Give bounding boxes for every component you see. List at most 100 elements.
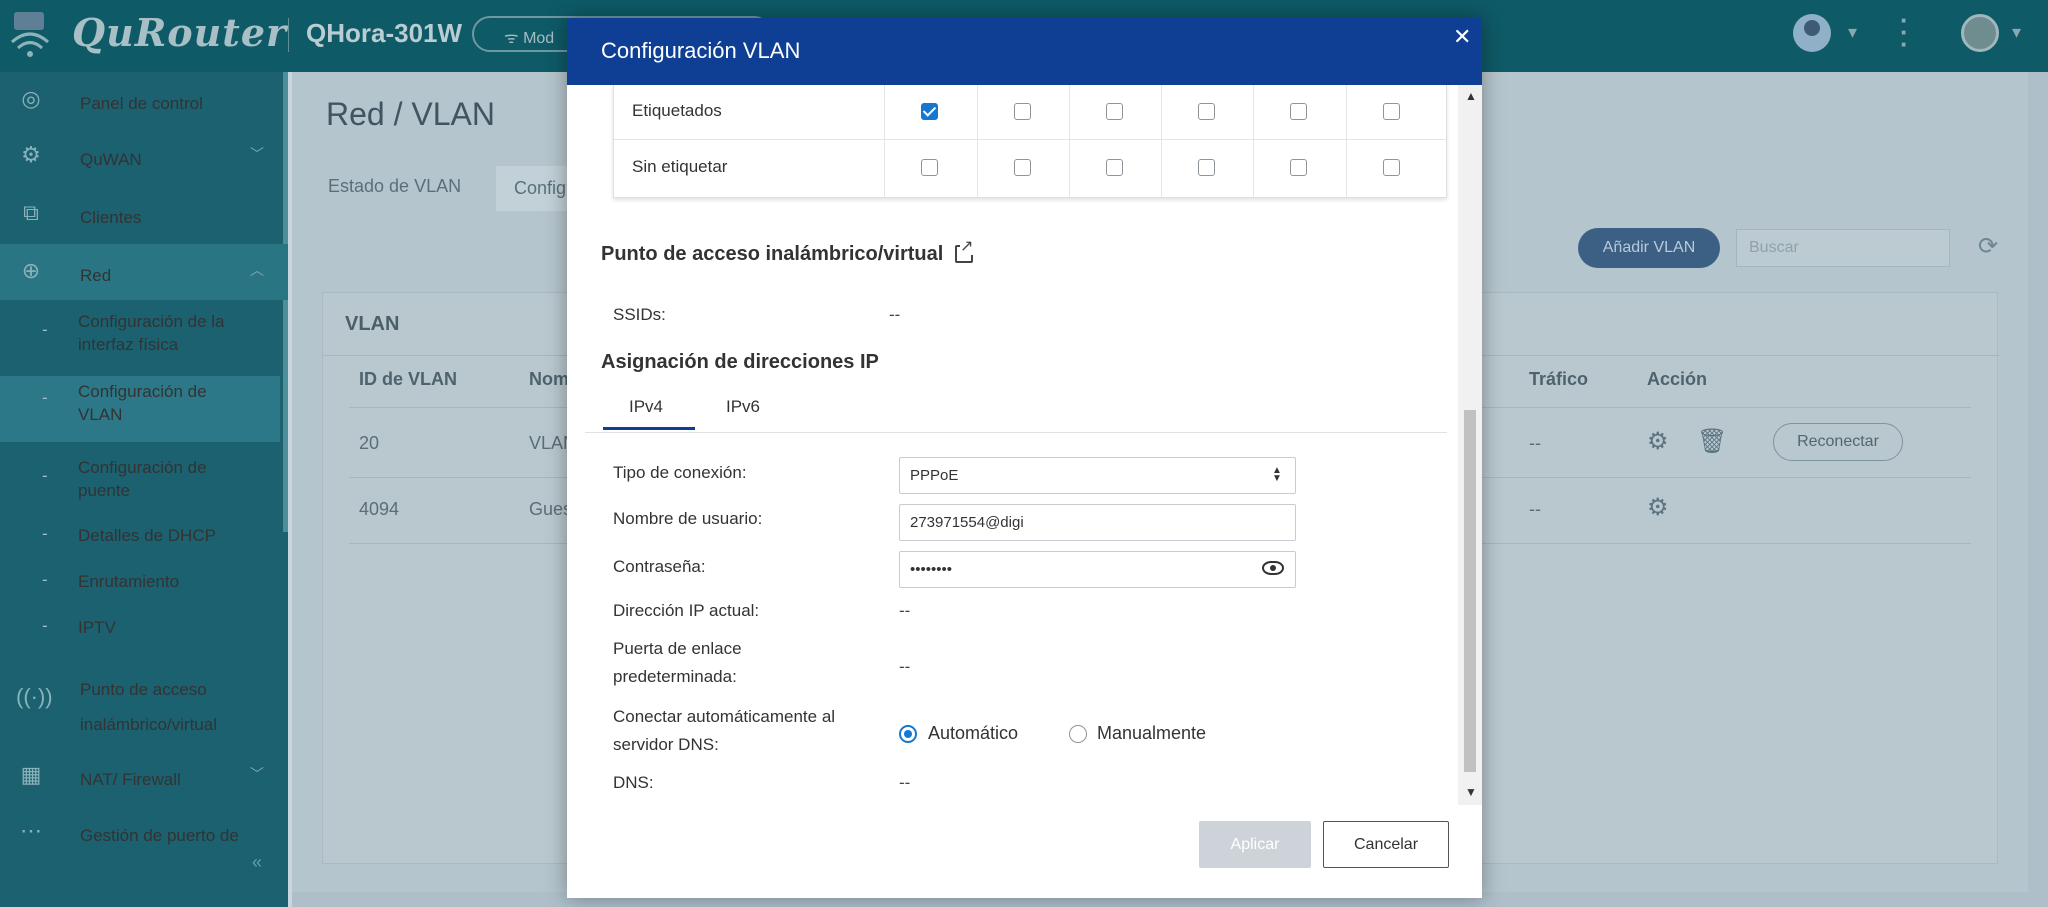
row-vlan-name: Gues [529,499,573,519]
search-input[interactable]: Buscar [1736,229,1950,267]
sidebar-item-label: NAT/ Firewall [80,770,181,789]
router-logo-icon [8,10,52,58]
user-avatar[interactable] [1793,14,1831,52]
sidebar-subitem-label: Enrutamiento [78,572,180,591]
dns-manual-radio[interactable] [1069,725,1087,743]
scrollbar-thumb[interactable] [1464,410,1476,772]
username-label: Nombre de usuario: [613,509,763,528]
sidebar-subitem-label: IPTV [78,618,116,637]
row-traffic: -- [1529,433,1541,453]
tagged-port-3-checkbox[interactable] [1106,103,1123,120]
username-input[interactable]: 273971554@digi [899,504,1296,541]
reconnect-button[interactable]: Reconectar [1773,423,1903,461]
add-vlan-button[interactable]: Añadir VLAN [1578,228,1720,268]
current-ip-label: Dirección IP actual: [613,601,760,620]
column-header[interactable]: ID de VLAN [359,369,457,390]
scroll-up-icon[interactable]: ▲ [1465,89,1477,103]
external-link-icon[interactable] [955,239,974,263]
settings-gear-icon[interactable]: ⚙ [1647,427,1669,456]
sidebar-subitem-routing[interactable]: - Enrutamiento [0,566,280,596]
column-header[interactable]: Tráfico [1529,369,1588,390]
untagged-port-4-checkbox[interactable] [1198,159,1215,176]
dashboard-icon: ◎ [21,86,41,111]
untagged-port-2-checkbox[interactable] [1014,159,1031,176]
close-icon[interactable]: ✕ [1453,24,1471,50]
untagged-label: Sin etiquetar [632,157,728,176]
gateway-label: Puerta de enlace predeterminada: [613,639,742,686]
dns-value: -- [899,773,911,792]
sidebar-subitem-label: Configuración de VLAN [78,382,207,424]
tagged-port-4-checkbox[interactable] [1198,103,1215,120]
more-menu-icon[interactable]: · · · [1900,7,1909,57]
sidebar-item-wireless[interactable]: ((·)) Punto de acceso inalámbrico/virtua… [0,664,288,734]
sidebar-item-quwan[interactable]: ⚙ QuWAN ﹀ [0,128,288,184]
wireless-icon: ((·)) [16,684,53,709]
dns-manual-radio-label[interactable]: Manualmente [1097,723,1206,744]
sidebar-subitem-vlan[interactable]: - Configuración de VLAN [0,376,280,442]
sidebar-subitem-iptv[interactable]: - IPTV [0,612,280,642]
divider [585,432,1447,433]
sidebar-item-clients[interactable]: ⧉ Clientes [0,186,288,242]
wireless-section-title: Punto de acceso inalámbrico/virtual [601,243,944,265]
ssids-value: -- [889,305,901,324]
sidebar-subitem-bridge[interactable]: - Configuración de puente [0,454,280,504]
modal-title: Configuración VLAN [601,38,801,63]
collapse-sidebar-icon[interactable]: « [252,852,262,873]
untagged-port-5-checkbox[interactable] [1290,159,1307,176]
tagged-port-6-checkbox[interactable] [1383,103,1400,120]
sidebar-subitem-dhcp[interactable]: - Detalles de DHCP [0,520,280,550]
region-globe-icon[interactable] [1961,14,1999,52]
untagged-port-3-checkbox[interactable] [1106,159,1123,176]
port-icon: ⋯ [20,818,42,843]
sidebar-subitem-label: Configuración de la interfaz física [78,312,225,354]
tagged-port-2-checkbox[interactable] [1014,103,1031,120]
cancel-button[interactable]: Cancelar [1323,821,1449,868]
dns-auto-radio-label[interactable]: Automático [928,723,1018,744]
connection-type-label: Tipo de conexión: [613,463,747,482]
active-tab-indicator [603,427,695,430]
modal-body: Etiquetados Sin etiquetar Punto de acces… [567,85,1462,805]
globe-icon: ⊕ [21,258,41,283]
password-input[interactable]: •••••••• [899,551,1296,588]
current-ip-value: -- [899,601,911,620]
dns-auto-label: Conectar automáticamente al servidor DNS… [613,707,836,754]
connection-type-select[interactable]: PPPoE ▲ ▼ [899,457,1296,494]
untagged-port-1-checkbox[interactable] [921,159,938,176]
scroll-down-icon[interactable]: ▼ [1465,785,1477,799]
tab-vlan-status[interactable]: Estado de VLAN [328,176,461,197]
page-title: Red / VLAN [326,96,495,132]
sidebar-subitem-label: Configuración de puente [78,458,207,500]
tab-ipv6[interactable]: IPv6 [726,397,760,417]
trash-icon[interactable]: 🗑 [1697,427,1727,456]
column-header: Acción [1647,369,1708,389]
dns-auto-radio[interactable] [899,725,917,743]
tagged-port-1-checkbox[interactable] [921,103,938,120]
sidebar-item-label: Red [80,266,112,285]
device-model: QHora-301W [306,18,463,48]
row-vlan-id: 4094 [359,499,400,519]
apply-button[interactable]: Aplicar [1199,821,1311,868]
column-header[interactable]: Nom [529,369,569,390]
show-password-eye-icon[interactable] [1262,561,1284,575]
dns-label: DNS: [613,773,654,792]
chevron-down-icon[interactable]: ▾ [1848,22,1857,43]
sidebar-item-port-management[interactable]: ⋯ Gestión de puerto de [0,804,288,860]
sidebar-item-label: Gestión de puerto de [80,826,239,845]
chevron-down-icon[interactable]: ▾ [2012,22,2021,43]
quwan-icon: ⚙ [21,142,41,167]
tab-ipv4[interactable]: IPv4 [629,397,663,417]
untagged-port-6-checkbox[interactable] [1383,159,1400,176]
sidebar-item-dashboard[interactable]: ◎ Panel de control [0,72,288,128]
tagged-port-5-checkbox[interactable] [1290,103,1307,120]
wifi-icon: ᯤ [504,30,524,47]
modal-scrollbar[interactable]: ▲ ▼ [1458,85,1482,805]
settings-gear-icon[interactable]: ⚙ [1647,493,1669,522]
sidebar-item-nat-firewall[interactable]: ▦ NAT/ Firewall ﹀ [0,748,288,804]
vlan-config-modal: Configuración VLAN ✕ Etiquetados Sin eti… [567,18,1482,898]
sidebar-item-network[interactable]: ⊕ Red ︿ [0,244,288,300]
sidebar-subitem-physical-interface[interactable]: - Configuración de la interfaz física [0,308,280,358]
firewall-icon: ▦ [20,762,42,787]
refresh-icon[interactable]: ⟳ [1978,232,1998,261]
sidebar: ◎ Panel de control ⚙ QuWAN ﹀ ⧉ Clientes … [0,72,288,907]
ssids-label: SSIDs: [613,305,666,324]
